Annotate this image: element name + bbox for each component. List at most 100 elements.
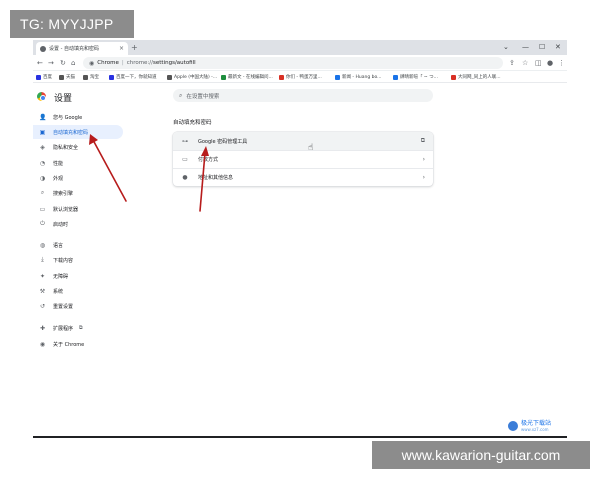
row-payment-methods[interactable]: ▭ 付款方式 › (173, 150, 433, 168)
sidebar-item-appearance[interactable]: ◑ 外观 (33, 171, 123, 185)
bookmark-item[interactable]: 百度一下，你就知道 (109, 73, 157, 81)
settings-search-input[interactable]: ⌕ 在设置中搜索 (173, 89, 433, 102)
star-icon[interactable]: ☆ (522, 58, 528, 68)
external-link-icon: ⧉ (79, 325, 83, 331)
bookmark-favicon-icon (109, 74, 114, 80)
row-addresses[interactable]: ● 地址和其他信息 › (173, 168, 433, 186)
palette-icon: ◑ (39, 174, 46, 182)
browser-icon: ▭ (39, 205, 46, 213)
watermark-title: 极光下载站 (521, 420, 552, 427)
hand-cursor-icon: ☝ (308, 143, 314, 153)
speedometer-icon: ◔ (39, 159, 46, 167)
sidebar-item-system[interactable]: ⚒ 系统 (33, 284, 123, 298)
watermark-seal-icon (508, 421, 518, 431)
search-icon: ⌕ (179, 91, 183, 99)
sidebar-item-you-and-google[interactable]: 👤 您与 Google (33, 110, 123, 124)
tab-title: 设置 - 自动填充和密码 (49, 46, 99, 52)
url-path: settings/autofill (153, 60, 196, 66)
sidebar-item-extensions[interactable]: ✚ 扩展程序 ⧉ (33, 321, 123, 335)
close-icon[interactable]: × (119, 45, 124, 52)
chrome-icon: ◉ (89, 59, 95, 67)
chrome-logo-icon (37, 92, 46, 101)
bookmark-favicon-icon (167, 74, 172, 80)
share-icon[interactable]: ⇪ (509, 58, 515, 68)
bookmark-item[interactable]: 最新文 - 在线编辑问... (221, 73, 273, 81)
reload-icon[interactable]: ↻ (60, 58, 66, 68)
sidebar-item-autofill[interactable]: ▣ 自动填充和密码 (33, 125, 123, 139)
bookmark-favicon-icon (59, 74, 64, 80)
bookmark-item[interactable]: 大同网_同上的人联... (451, 73, 501, 81)
bookmark-favicon-icon (221, 74, 226, 80)
close-window-button[interactable]: ✕ (555, 42, 561, 52)
reset-icon: ↺ (39, 302, 46, 310)
home-icon[interactable]: ⌂ (71, 58, 75, 68)
bookmark-favicon-icon (279, 74, 284, 80)
bookmark-item[interactable]: Apple (中国大陆) -... (167, 73, 217, 81)
download-icon: ⤓ (41, 256, 44, 263)
tab-search-icon[interactable]: ⌄ (503, 42, 509, 52)
profile-icon[interactable]: ● (547, 58, 553, 68)
watermark-subtitle: www.xz7.com (521, 427, 549, 432)
back-icon[interactable]: ← (37, 58, 43, 68)
maximize-button[interactable]: ☐ (539, 42, 545, 52)
section-title: 自动填充和密码 (173, 120, 212, 126)
bookmark-favicon-icon (393, 74, 398, 80)
autofill-icon: ▣ (39, 128, 46, 136)
address-separator: | (121, 60, 124, 66)
sidebar-item-about-chrome[interactable]: ◉ 关于 Chrome (33, 337, 123, 351)
sidebar-item-search-engine[interactable]: ⌕ 搜索引擎 (33, 186, 123, 200)
external-link-icon[interactable]: ⧉ (421, 137, 425, 145)
bookmark-item[interactable]: 肆晴新喧「 ~ つ... (393, 73, 438, 81)
bottom-border (33, 436, 567, 438)
person-icon: 👤 (39, 113, 47, 121)
menu-icon[interactable]: ⋮ (558, 58, 565, 68)
side-panel-icon[interactable]: ◫ (535, 58, 542, 68)
location-icon: ● (182, 174, 188, 181)
tab-settings[interactable]: 设置 - 自动填充和密码 × (36, 42, 128, 55)
new-tab-button[interactable]: + (131, 43, 138, 53)
key-icon: ⊶ (182, 137, 188, 145)
bookmark-item[interactable]: 百度 (36, 73, 52, 81)
sidebar-item-downloads[interactable]: ⤓ 下载内容 (33, 253, 123, 267)
bookmarks-bar: 百度 天猫 淘宝 百度一下，你就知道 Apple (中国大陆) -... 最新文… (33, 71, 567, 83)
browser-window: 设置 - 自动填充和密码 × + ⌄ — ☐ ✕ ← → ↻ ⌂ ◉ Chrom… (33, 40, 567, 438)
row-password-manager[interactable]: ⊶ Google 密码管理工具 ⧉ (173, 132, 433, 150)
site-chip: Chrome (97, 60, 119, 66)
bookmark-item[interactable]: 新闻 - Huang bo... (335, 73, 381, 81)
autofill-card: ⊶ Google 密码管理工具 ⧉ ▭ 付款方式 › ● 地址和其他信息 › (173, 132, 433, 186)
shield-icon: ◈ (40, 143, 45, 151)
top-left-badge: TG: MYYJJPP (10, 10, 134, 38)
toolbar: ← → ↻ ⌂ ◉ Chrome | chrome://settings/aut… (33, 55, 567, 71)
credit-card-icon: ▭ (182, 156, 188, 163)
extension-icon: ✚ (39, 324, 46, 332)
sidebar-item-performance[interactable]: ◔ 性能 (33, 156, 123, 170)
sidebar-item-privacy[interactable]: ◈ 隐私和安全 (33, 140, 123, 154)
forward-icon[interactable]: → (48, 58, 54, 68)
sidebar-item-languages[interactable]: ◍ 语言 (33, 238, 123, 252)
bookmark-item[interactable]: 淘宝 (83, 73, 99, 81)
chevron-right-icon: › (422, 174, 425, 181)
power-icon: ⏻ (40, 220, 45, 227)
address-bar[interactable]: ◉ Chrome | chrome://settings/autofill (83, 57, 503, 69)
search-icon: ⌕ (40, 189, 45, 196)
gear-icon (40, 45, 46, 52)
sidebar-item-accessibility[interactable]: ✦ 无障碍 (33, 269, 123, 283)
bookmark-favicon-icon (83, 74, 88, 80)
search-placeholder: 在设置中搜索 (186, 93, 220, 100)
minimize-button[interactable]: — (522, 42, 529, 52)
bottom-right-badge: www.kawarion-guitar.com (372, 441, 590, 469)
sidebar-item-on-startup[interactable]: ⏻ 启动时 (33, 217, 123, 231)
bookmark-favicon-icon (451, 74, 456, 80)
bookmark-item[interactable]: 天猫 (59, 73, 75, 81)
bookmark-item[interactable]: 你们 - 鸭蛋万里... (279, 73, 322, 81)
bookmark-favicon-icon (335, 74, 340, 80)
bookmark-favicon-icon (36, 74, 41, 80)
sidebar-item-reset[interactable]: ↺ 重置设置 (33, 299, 123, 313)
chevron-right-icon: › (422, 156, 425, 163)
tab-strip: 设置 - 自动填充和密码 × + ⌄ — ☐ ✕ (33, 40, 567, 55)
sidebar-item-default-browser[interactable]: ▭ 默认浏览器 (33, 202, 123, 216)
watermark-logo: 极光下载站 www.xz7.com (508, 420, 551, 432)
url-scheme: chrome:// (126, 60, 154, 66)
accessibility-icon: ✦ (39, 272, 46, 280)
wrench-icon: ⚒ (39, 287, 46, 295)
